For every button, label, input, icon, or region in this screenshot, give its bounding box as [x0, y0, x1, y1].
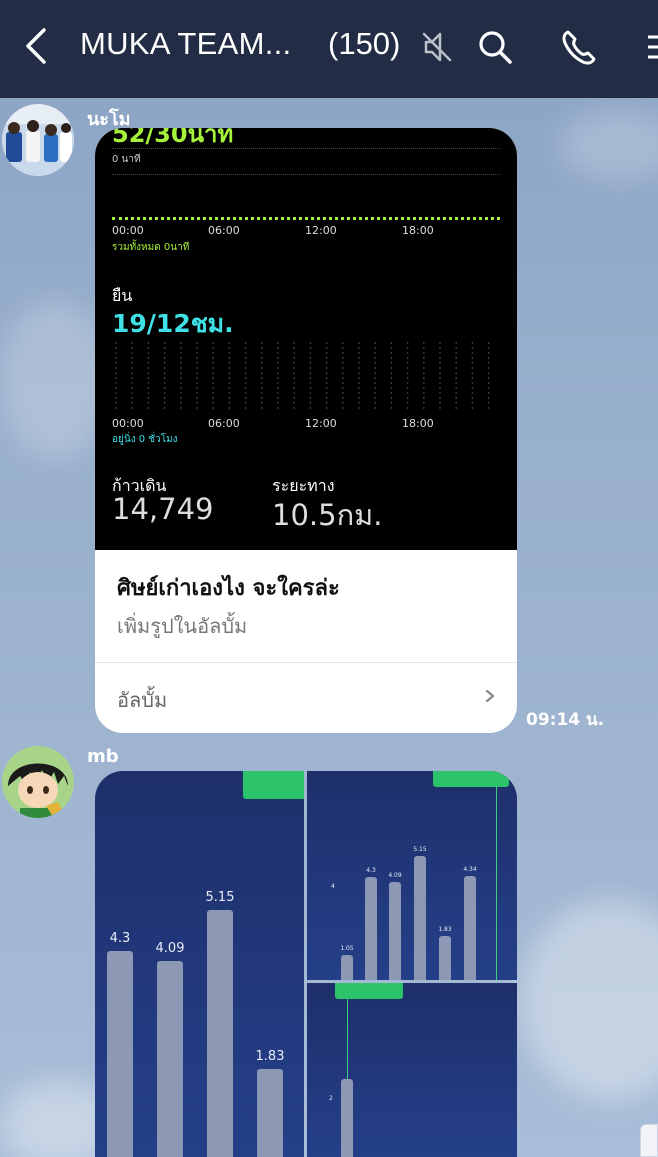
chat-title[interactable]: MUKA TEAM... — [80, 26, 291, 62]
stand-tick: 12:00 — [305, 417, 337, 430]
green-marker — [433, 771, 509, 787]
post-title: ศิษย์เก่าเองไง จะใครล่ะ — [117, 576, 340, 601]
marker-line — [496, 787, 497, 980]
chart-image-large[interactable]: 4.3 4.09 5.15 1.83 — [95, 771, 304, 1157]
bar-value-label: 4.09 — [155, 940, 185, 956]
bar-value-label: 1.83 — [438, 926, 452, 934]
top-partial-value: 52/30นาที — [112, 128, 234, 148]
green-marker — [335, 983, 403, 999]
green-marker — [243, 771, 304, 799]
avatar[interactable] — [2, 746, 74, 818]
avatar[interactable] — [2, 104, 74, 176]
chart-bar — [341, 954, 353, 980]
bar-value-label: 4.3 — [109, 930, 131, 946]
image-grid[interactable]: 4.3 4.09 5.15 1.83 4 1.05 4.3 4.09 5.15 1.83 4.3… — [95, 771, 517, 1157]
anime-character-avatar — [2, 746, 74, 818]
bar-value-label: 1.05 — [340, 944, 354, 952]
axis-label: 2 — [329, 1095, 333, 1102]
axis-label: 4 — [331, 883, 335, 890]
activity-screenshot[interactable]: 52/30นาที 0 นาที 00:00 06:00 12:00 18:00… — [95, 128, 517, 550]
chart-bar — [157, 960, 183, 1157]
time-tick: 18:00 — [402, 224, 434, 237]
stand-tick: 06:00 — [208, 417, 240, 430]
chart-bar — [414, 856, 426, 980]
stand-tick: 00:00 — [112, 417, 144, 430]
zero-minutes-label: 0 นาที — [112, 154, 141, 165]
chart-bar — [389, 881, 401, 980]
member-count[interactable]: (150) — [328, 26, 400, 62]
chart-image-small-top[interactable]: 4 1.05 4.3 4.09 5.15 1.83 4.34 — [307, 771, 517, 980]
album-post-card[interactable]: 52/30นาที 0 นาที 00:00 06:00 12:00 18:00… — [95, 128, 517, 733]
bar-value-label: 4.09 — [388, 871, 402, 879]
sedentary-label: อยู่นิ่ง 0 ชั่วโมง — [112, 434, 178, 445]
steps-value: 14,749 — [112, 492, 214, 526]
divider — [95, 662, 517, 663]
message-time: 09:14 น. — [526, 710, 605, 730]
time-tick: 06:00 — [208, 224, 240, 237]
chart-bar — [365, 876, 377, 980]
chart-bar — [439, 936, 451, 980]
exercise-graph — [112, 217, 500, 220]
scroll-to-bottom-tab[interactable] — [640, 1124, 658, 1157]
chat-header: MUKA TEAM... (150) — [0, 0, 658, 98]
bar-value-label: 1.83 — [255, 1049, 285, 1065]
phone-icon[interactable] — [560, 28, 598, 66]
exercise-total: รวมทั้งหมด 0นาที — [112, 242, 190, 253]
bar-value-label: 4.34 — [463, 865, 477, 873]
chart-bar — [464, 875, 476, 980]
chart-bar — [207, 909, 233, 1157]
chart-bar — [107, 950, 133, 1157]
stand-graph — [115, 342, 490, 410]
back-arrow-icon[interactable] — [18, 26, 58, 66]
chart-image-small-bottom[interactable]: 2 — [307, 983, 517, 1157]
sender-name: mb — [87, 746, 119, 767]
album-link[interactable]: อัลบั้ม — [117, 684, 167, 716]
chevron-right-icon[interactable] — [483, 684, 499, 708]
time-tick: 00:00 — [112, 224, 144, 237]
chart-bar — [341, 1079, 353, 1157]
post-subtitle: เพิ่มรูปในอัลบั้ม — [117, 614, 248, 638]
search-icon[interactable] — [476, 28, 514, 66]
stand-value: 19/12ชม. — [112, 309, 234, 338]
muted-speaker-icon — [422, 32, 452, 62]
bar-value-label: 4.3 — [366, 866, 376, 874]
chart-bar — [257, 1069, 283, 1157]
bar-value-label: 5.15 — [413, 846, 427, 854]
stand-tick: 18:00 — [402, 417, 434, 430]
time-tick: 12:00 — [305, 224, 337, 237]
distance-value: 10.5กม. — [272, 498, 383, 532]
group-photo-avatar — [2, 104, 74, 176]
menu-icon[interactable] — [644, 28, 658, 66]
bar-value-label: 5.15 — [205, 889, 235, 905]
